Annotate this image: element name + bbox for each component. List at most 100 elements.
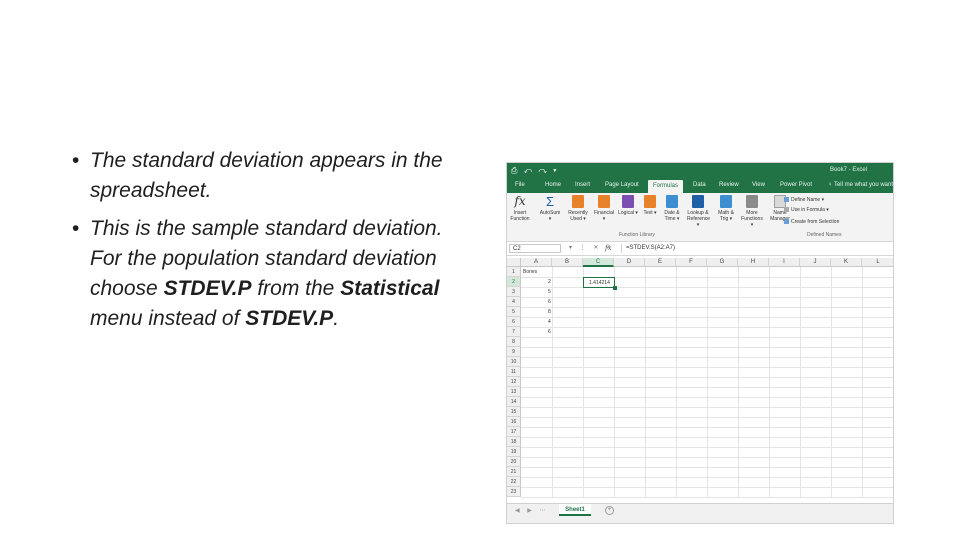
lookup-reference-label: Lookup & Reference ▾ — [687, 210, 711, 228]
row-header-8[interactable]: 8 — [507, 337, 521, 347]
row-header-16[interactable]: 16 — [507, 417, 521, 427]
tab-data[interactable]: Data — [693, 182, 706, 188]
bullet-text-mid: from the — [251, 277, 341, 300]
financial-button[interactable]: Financial ▾ — [593, 195, 615, 222]
book-icon — [598, 195, 610, 208]
bullet-text: The standard deviation appears in the sp… — [90, 149, 443, 202]
sheet-nav-arrows[interactable]: ◀ ▶ ⋯ — [515, 507, 549, 514]
tab-insert[interactable]: Insert — [575, 182, 590, 188]
tab-page-layout[interactable]: Page Layout — [605, 182, 639, 188]
column-header-a[interactable]: A — [521, 258, 552, 267]
formula-bar: C2 ▾ ⋮ ✕ ✓ fx =STDEV.S(A2:A7) — [507, 243, 893, 256]
math-trig-button[interactable]: Math & Trig ▾ — [715, 195, 737, 222]
insert-function-label: Insert Function — [510, 210, 530, 222]
cell-a3[interactable]: 5 — [548, 287, 551, 297]
tab-home[interactable]: Home — [545, 182, 561, 188]
tell-me-box[interactable]: ♀ Tell me what you want — [828, 182, 893, 188]
use-in-formula-button[interactable]: Use in Formula ▾ — [784, 207, 829, 213]
tab-view[interactable]: View — [752, 182, 765, 188]
column-header-j[interactable]: J — [800, 258, 831, 267]
formula-input[interactable]: =STDEV.S(A2:A7) — [621, 244, 891, 253]
lookup-reference-button[interactable]: Lookup & Reference ▾ — [687, 195, 711, 228]
column-header-c[interactable]: C — [583, 258, 614, 267]
row-header-5[interactable]: 5 — [507, 307, 521, 317]
cell-a7[interactable]: 6 — [548, 327, 551, 337]
gridline — [645, 267, 646, 497]
row-header-7[interactable]: 7 — [507, 327, 521, 337]
row-header-9[interactable]: 9 — [507, 347, 521, 357]
create-from-selection-button[interactable]: Create from Selection — [784, 219, 839, 225]
column-header-b[interactable]: B — [552, 258, 583, 267]
insert-function-button[interactable]: fx Insert Function — [509, 195, 531, 223]
bullet-dot: • — [72, 217, 80, 240]
row-header-4[interactable]: 4 — [507, 297, 521, 307]
ribbon-tabs: File Home Insert Page Layout Formulas Da… — [507, 179, 893, 193]
sheet-tab-bar: ◀ ▶ ⋯ Sheet1 + — [507, 503, 893, 517]
row-header-19[interactable]: 19 — [507, 447, 521, 457]
bullet-term-stdev-p: STDEV.P — [163, 277, 252, 300]
row-header-10[interactable]: 10 — [507, 357, 521, 367]
window-title: Book7 - Excel — [829, 167, 867, 173]
ribbon-formulas: fx Insert Function Σ AutoSum ▾ Recently … — [507, 193, 893, 242]
row-header-22[interactable]: 22 — [507, 477, 521, 487]
row-header-3[interactable]: 3 — [507, 287, 521, 297]
row-header-21[interactable]: 21 — [507, 467, 521, 477]
column-header-h[interactable]: H — [738, 258, 769, 267]
quick-access-toolbar[interactable]: ⎙ ↶ ↷ ▾ — [511, 166, 559, 176]
gridline — [583, 267, 584, 497]
column-header-k[interactable]: K — [831, 258, 862, 267]
date-time-button[interactable]: Date & Time ▾ — [661, 195, 683, 222]
add-sheet-icon[interactable]: + — [605, 506, 614, 515]
row-header-15[interactable]: 15 — [507, 407, 521, 417]
column-header-e[interactable]: E — [645, 258, 676, 267]
column-header-i[interactable]: I — [769, 258, 800, 267]
gridline — [521, 497, 893, 498]
logical-button[interactable]: Logical ▾ — [617, 195, 639, 216]
column-header-l[interactable]: L — [862, 258, 893, 267]
row-header-18[interactable]: 18 — [507, 437, 521, 447]
select-all-corner[interactable] — [507, 258, 521, 267]
cell-a2[interactable]: 2 — [548, 277, 551, 287]
cell-a4[interactable]: 6 — [548, 297, 551, 307]
column-header-g[interactable]: G — [707, 258, 738, 267]
name-box[interactable]: C2 — [509, 244, 561, 253]
row-header-12[interactable]: 12 — [507, 377, 521, 387]
autosum-button[interactable]: Σ AutoSum ▾ — [539, 195, 561, 222]
math-trig-label: Math & Trig ▾ — [718, 210, 734, 222]
row-header-1[interactable]: 1 — [507, 267, 521, 277]
sheet-tab-sheet1[interactable]: Sheet1 — [559, 504, 591, 516]
row-header-11[interactable]: 11 — [507, 367, 521, 377]
more-functions-button[interactable]: More Functions ▾ — [741, 195, 763, 228]
row-header-20[interactable]: 20 — [507, 457, 521, 467]
column-header-d[interactable]: D — [614, 258, 645, 267]
define-name-button[interactable]: Define Name ▾ — [784, 197, 824, 203]
fx-icon[interactable]: fx — [605, 244, 612, 252]
tab-formulas[interactable]: Formulas — [648, 180, 684, 193]
row-header-23[interactable]: 23 — [507, 487, 521, 497]
lookup-book-icon — [692, 195, 704, 208]
gridline — [831, 267, 832, 497]
sigma-icon: Σ — [545, 194, 555, 209]
more-book-icon — [746, 195, 758, 208]
recently-used-button[interactable]: Recently Used ▾ — [567, 195, 589, 222]
cell-a5[interactable]: 8 — [548, 307, 551, 317]
gridline — [800, 267, 801, 497]
tab-power-pivot[interactable]: Power Pivot — [780, 182, 812, 188]
active-cell-c2[interactable]: 1.414214 — [583, 277, 617, 290]
row-header-17[interactable]: 17 — [507, 427, 521, 437]
text-button[interactable]: Text ▾ — [639, 195, 661, 216]
group-label-function-library: Function Library — [619, 232, 655, 238]
column-header-f[interactable]: F — [676, 258, 707, 267]
row-header-14[interactable]: 14 — [507, 397, 521, 407]
tab-file[interactable]: File — [515, 182, 525, 188]
define-name-label: Define Name ▾ — [791, 197, 825, 203]
cell-a6[interactable]: 4 — [548, 317, 551, 327]
row-header-2[interactable]: 2 — [507, 277, 521, 287]
group-label-defined-names: Defined Names — [807, 232, 842, 238]
gridline — [552, 267, 553, 497]
row-header-13[interactable]: 13 — [507, 387, 521, 397]
row-header-6[interactable]: 6 — [507, 317, 521, 327]
tab-review[interactable]: Review — [719, 182, 739, 188]
cell-a1[interactable]: Bones — [523, 267, 537, 277]
create-from-selection-label: Create from Selection — [791, 219, 840, 225]
